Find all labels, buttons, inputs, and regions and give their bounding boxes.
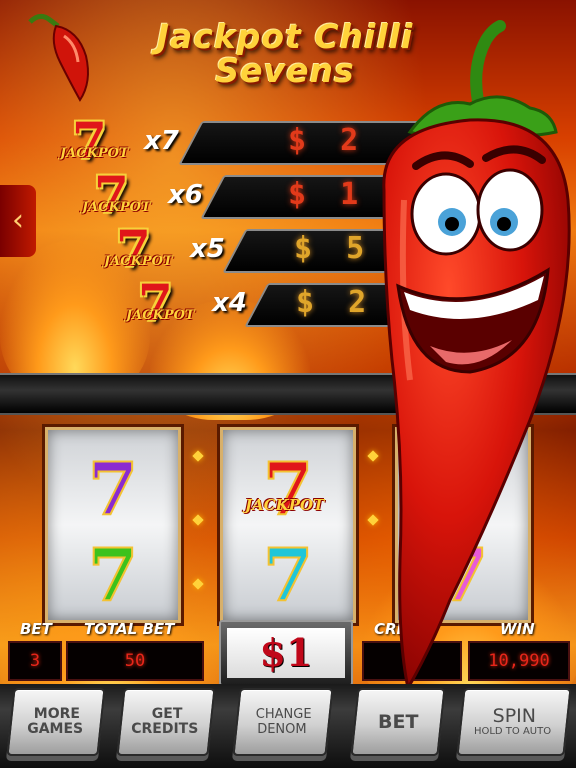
more-games-button[interactable]: MORE GAMES xyxy=(6,688,106,756)
get-credits-label-1: GET xyxy=(151,706,183,722)
change-denom-label-2: DENOM xyxy=(257,722,307,737)
get-credits-label-2: CREDITS xyxy=(131,721,199,737)
change-denom-label-1: CHANGE xyxy=(255,707,312,722)
bet-button[interactable]: BET xyxy=(350,688,446,756)
chili-mascot xyxy=(382,20,571,693)
bet-button-label: BET xyxy=(377,711,419,733)
spin-button[interactable]: SPIN HOLD TO AUTO xyxy=(456,688,572,756)
more-games-label-1: MORE xyxy=(33,706,80,722)
change-denom-button[interactable]: CHANGE DENOM xyxy=(232,688,334,756)
spin-button-sublabel: HOLD TO AUTO xyxy=(474,726,552,737)
spin-button-label: SPIN xyxy=(492,705,537,727)
get-credits-button[interactable]: GET CREDITS xyxy=(116,688,216,756)
more-games-label-2: GAMES xyxy=(27,721,84,737)
